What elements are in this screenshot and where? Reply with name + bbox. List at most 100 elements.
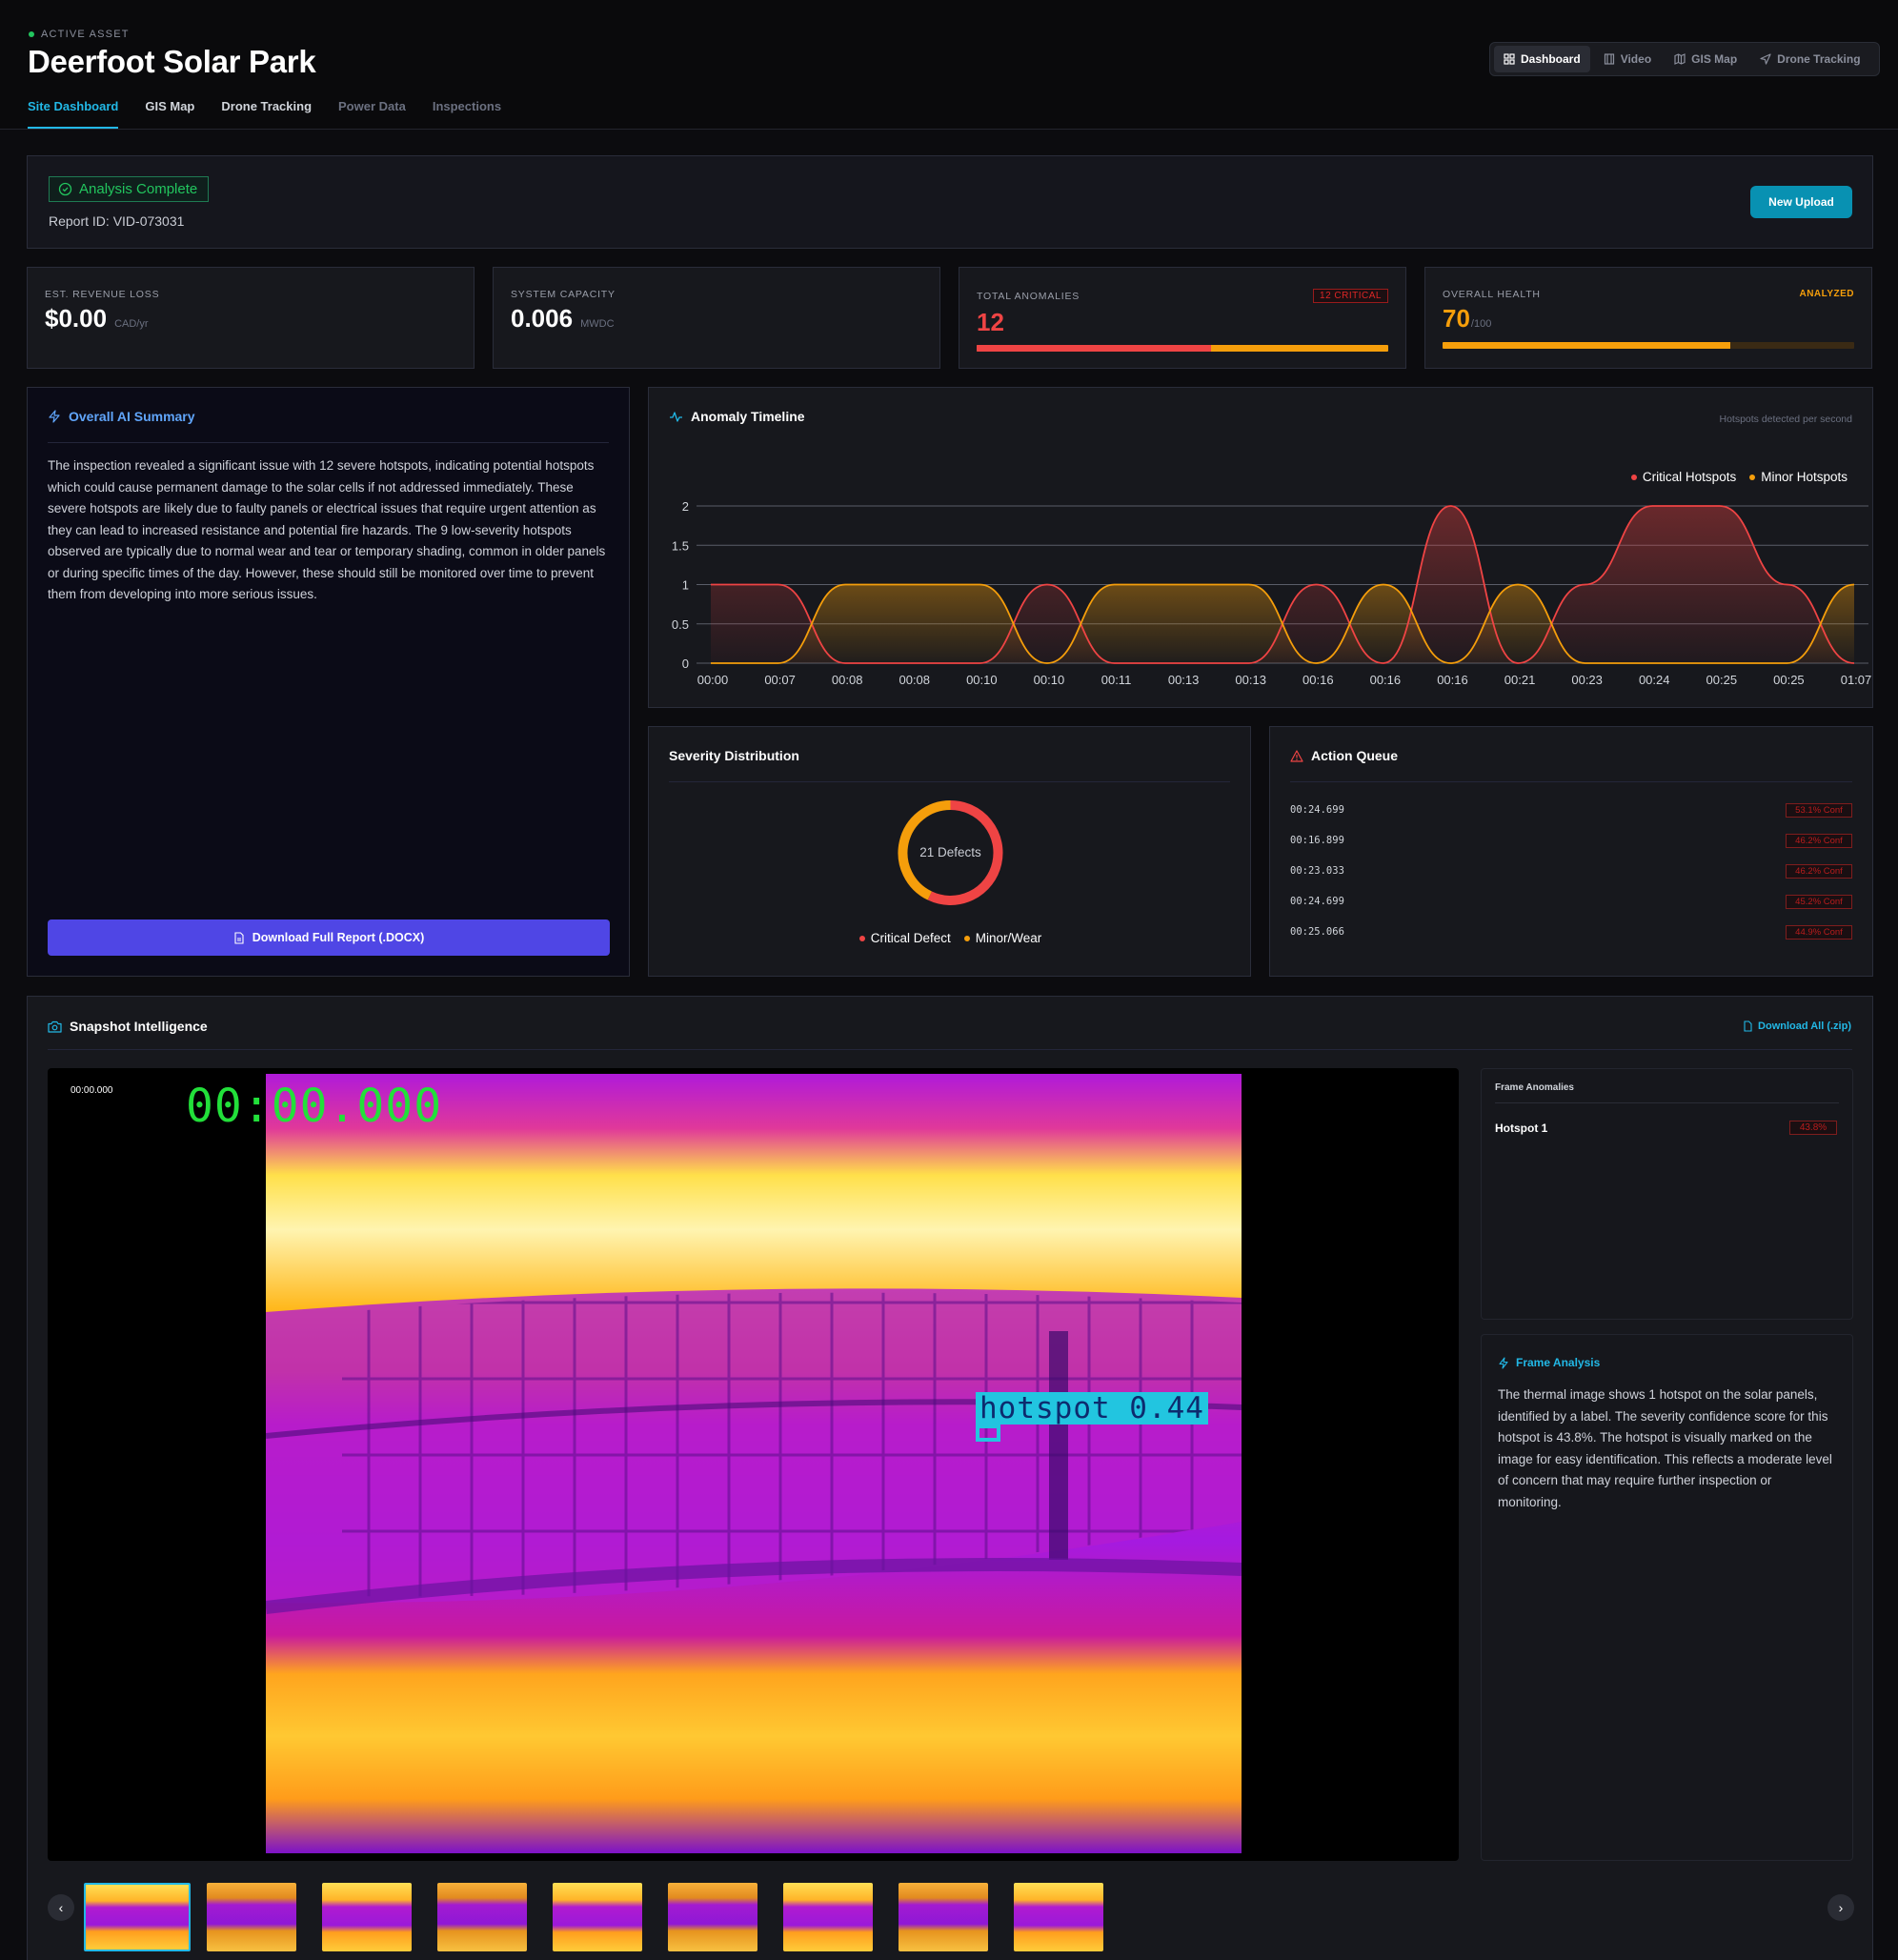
snapshot-title-text: Snapshot Intelligence bbox=[70, 1019, 208, 1034]
kpi-revenue-value: $0.00 bbox=[45, 304, 108, 333]
tab-power-data[interactable]: Power Data bbox=[338, 99, 406, 129]
app-header: ACTIVE ASSET Deerfoot Solar Park Site Da… bbox=[0, 0, 1898, 130]
thumbnail-frame[interactable] bbox=[84, 1883, 191, 1951]
thumbnail-frame[interactable] bbox=[1014, 1883, 1103, 1951]
snapshot-intelligence-panel: Snapshot Intelligence Download All (.zip… bbox=[27, 996, 1873, 1960]
thumbnail-frame[interactable] bbox=[437, 1883, 527, 1951]
kpi-health-status: ANALYZED bbox=[1799, 289, 1854, 299]
x-tick-label: 00:13 bbox=[1235, 673, 1266, 687]
frame-analysis-title-text: Frame Analysis bbox=[1516, 1356, 1601, 1369]
ai-summary-panel: Overall AI Summary The inspection reveal… bbox=[27, 387, 630, 977]
chevron-right-icon: › bbox=[1838, 1900, 1844, 1915]
alert-triangle-icon bbox=[1290, 749, 1303, 762]
x-tick-label: 00:08 bbox=[899, 673, 930, 687]
thumbnail-frame[interactable] bbox=[207, 1883, 296, 1951]
thumbnail-strip: ‹ › bbox=[48, 1883, 1854, 1951]
divider bbox=[48, 1049, 1852, 1050]
next-frame-button[interactable]: › bbox=[1827, 1894, 1854, 1921]
tab-inspections[interactable]: Inspections bbox=[433, 99, 501, 129]
x-tick-label: 00:21 bbox=[1504, 673, 1536, 687]
zap-icon bbox=[1499, 1356, 1508, 1369]
navigation-icon bbox=[1760, 53, 1771, 65]
snapshot-title: Snapshot Intelligence bbox=[48, 1019, 208, 1034]
thumbnail-frame[interactable] bbox=[553, 1883, 642, 1951]
analysis-complete-label: Analysis Complete bbox=[79, 181, 198, 197]
frame-anomalies-title: Frame Anomalies bbox=[1495, 1082, 1574, 1093]
prev-frame-button[interactable]: ‹ bbox=[48, 1894, 74, 1921]
x-tick-label: 00:16 bbox=[1370, 673, 1402, 687]
view-gis-map-button[interactable]: GIS Map bbox=[1665, 46, 1747, 72]
viewer-timestamp: 00:00.000 bbox=[71, 1085, 113, 1096]
frame-viewer[interactable]: 00:00.000 00:00.000 hotspot 0.44 bbox=[48, 1068, 1459, 1861]
view-video-button[interactable]: Video bbox=[1594, 46, 1661, 72]
anomaly-name[interactable]: Hotspot 1 bbox=[1495, 1121, 1547, 1135]
report-id: Report ID: VID-073031 bbox=[49, 213, 185, 229]
x-tick-label: 00:16 bbox=[1437, 673, 1468, 687]
kpi-capacity-label: SYSTEM CAPACITY bbox=[511, 289, 616, 300]
x-tick-label: 00:10 bbox=[966, 673, 998, 687]
x-tick-label: 01:07 bbox=[1841, 673, 1872, 687]
queue-item[interactable]: 00:24.699 53.1% Conf bbox=[1290, 802, 1852, 818]
tab-gis-map[interactable]: GIS Map bbox=[145, 99, 194, 129]
thumbnail-frame[interactable] bbox=[783, 1883, 873, 1951]
view-video-label: Video bbox=[1620, 52, 1652, 66]
kpi-revenue-label: EST. REVENUE LOSS bbox=[45, 289, 160, 300]
tab-site-dashboard[interactable]: Site Dashboard bbox=[28, 99, 119, 129]
severity-distribution-panel: Severity Distribution 21 Defects Critica… bbox=[648, 726, 1251, 977]
ai-summary-title: Overall AI Summary bbox=[48, 409, 195, 424]
thumbnail-frame[interactable] bbox=[668, 1883, 757, 1951]
queue-item-time: 00:23.033 bbox=[1290, 865, 1344, 877]
new-upload-button[interactable]: New Upload bbox=[1750, 186, 1852, 218]
anomaly-timeline-chart: 0 0.5 1 1.5 2 00:00 00:07 00:08 00:08 00:10 00:10 0… bbox=[672, 499, 1872, 687]
tab-drone-tracking[interactable]: Drone Tracking bbox=[221, 99, 312, 129]
anomaly-confidence-badge: 43.8% bbox=[1789, 1121, 1837, 1135]
thermal-frame-image bbox=[266, 1074, 1242, 1853]
y-tick-label: 0 bbox=[682, 657, 689, 671]
thumbnail-frame[interactable] bbox=[322, 1883, 412, 1951]
kpi-system-capacity: SYSTEM CAPACITY 0.006 MWDC bbox=[493, 267, 940, 369]
active-asset-eyebrow: ACTIVE ASSET bbox=[29, 29, 130, 40]
download-report-button[interactable]: Download Full Report (.DOCX) bbox=[48, 919, 610, 956]
queue-item[interactable]: 00:23.033 46.2% Conf bbox=[1290, 863, 1852, 879]
legend-critical-defect-label: Critical Defect bbox=[870, 931, 951, 945]
thumbnail-frame[interactable] bbox=[899, 1883, 988, 1951]
x-tick-label: 00:11 bbox=[1101, 673, 1132, 687]
queue-item-confidence: 44.9% Conf bbox=[1786, 924, 1852, 940]
site-tabs: Site Dashboard GIS Map Drone Tracking Po… bbox=[28, 99, 501, 129]
action-queue-title-text: Action Queue bbox=[1311, 748, 1399, 763]
queue-item-time: 00:24.699 bbox=[1290, 804, 1344, 816]
divider bbox=[48, 442, 609, 443]
check-circle-icon bbox=[58, 182, 72, 196]
y-tick-label: 0.5 bbox=[672, 617, 689, 632]
x-tick-label: 00:10 bbox=[1034, 673, 1065, 687]
kpi-revenue-value-row: $0.00 CAD/yr bbox=[45, 304, 149, 333]
divider bbox=[1495, 1102, 1839, 1103]
download-all-button[interactable]: Download All (.zip) bbox=[1743, 1020, 1851, 1032]
legend-minor-wear: Minor/Wear bbox=[963, 931, 1041, 945]
kpi-anomalies-label: TOTAL ANOMALIES bbox=[977, 291, 1080, 302]
analysis-status-panel: Analysis Complete Report ID: VID-073031 … bbox=[27, 155, 1873, 249]
map-icon bbox=[1674, 53, 1686, 65]
kpi-revenue-unit: CAD/yr bbox=[114, 318, 149, 330]
kpi-total-anomalies: TOTAL ANOMALIES 12 CRITICAL 12 bbox=[959, 267, 1406, 369]
queue-item[interactable]: 00:24.699 45.2% Conf bbox=[1290, 894, 1852, 909]
kpi-capacity-value: 0.006 bbox=[511, 304, 574, 333]
queue-item[interactable]: 00:25.066 44.9% Conf bbox=[1290, 924, 1852, 940]
severity-legend: Critical Defect Minor/Wear bbox=[649, 931, 1252, 945]
view-switcher: Dashboard Video GIS Map Drone Tracking bbox=[1489, 42, 1880, 76]
view-dashboard-button[interactable]: Dashboard bbox=[1494, 46, 1590, 72]
frame-anomalies-panel: Frame Anomalies Hotspot 1 43.8% bbox=[1481, 1068, 1853, 1320]
queue-item-confidence: 45.2% Conf bbox=[1786, 894, 1852, 909]
view-drone-tracking-button[interactable]: Drone Tracking bbox=[1750, 46, 1869, 72]
x-tick-label: 00:25 bbox=[1773, 673, 1805, 687]
ai-summary-title-text: Overall AI Summary bbox=[69, 409, 195, 424]
x-tick-label: 00:13 bbox=[1168, 673, 1200, 687]
queue-item[interactable]: 00:16.899 46.2% Conf bbox=[1290, 833, 1852, 848]
camera-icon bbox=[48, 1020, 62, 1033]
kpi-health-value: 70 bbox=[1443, 304, 1470, 333]
download-report-label: Download Full Report (.DOCX) bbox=[252, 931, 425, 944]
detection-box bbox=[976, 1425, 1000, 1442]
queue-item-time: 00:24.699 bbox=[1290, 896, 1344, 907]
active-status-dot bbox=[29, 31, 34, 37]
y-tick-label: 2 bbox=[682, 499, 689, 514]
